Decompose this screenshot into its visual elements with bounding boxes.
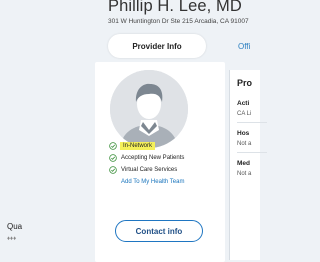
add-to-health-team-link[interactable]: Add To My Health Team bbox=[109, 176, 184, 188]
avatar-placeholder bbox=[110, 70, 188, 148]
status-in-network: In-Network bbox=[109, 140, 184, 152]
divider bbox=[237, 122, 267, 123]
tab-office[interactable]: Offi bbox=[216, 34, 276, 58]
field-label: Med bbox=[237, 160, 250, 167]
qualifications-heading: Qua bbox=[7, 222, 23, 231]
panel-title: Pro bbox=[237, 78, 253, 88]
check-circle-icon bbox=[109, 154, 117, 162]
status-label: Virtual Care Services bbox=[121, 167, 178, 173]
status-label: In-Network bbox=[120, 142, 156, 150]
field-value: Not a bbox=[237, 171, 252, 177]
provider-header: Phillip H. Lee, MD 301 W Huntington Dr S… bbox=[0, 0, 250, 68]
divider bbox=[237, 152, 267, 153]
status-accepting-new-patients: Accepting New Patients bbox=[109, 152, 184, 164]
provider-details-panel: Pro Acti CA Li Hos Not a Med Not a bbox=[229, 70, 267, 260]
tab-provider-info[interactable]: Provider Info bbox=[108, 34, 206, 58]
field-value: Not a bbox=[237, 141, 252, 147]
provider-address: 301 W Huntington Dr Ste 215 Arcadia, CA … bbox=[108, 18, 249, 25]
field-value: CA Li bbox=[237, 111, 252, 117]
field-label: Hos bbox=[237, 130, 250, 137]
check-circle-icon bbox=[109, 166, 117, 174]
contact-info-button[interactable]: Contact info bbox=[115, 220, 203, 242]
status-virtual-care: Virtual Care Services bbox=[109, 164, 184, 176]
person-silhouette-icon bbox=[110, 70, 188, 148]
provider-status-list: In-Network Accepting New Patients Virtua… bbox=[109, 140, 184, 188]
provider-name: Phillip H. Lee, MD bbox=[108, 0, 242, 15]
check-circle-icon bbox=[109, 142, 117, 150]
status-label: Accepting New Patients bbox=[121, 155, 185, 161]
add-link-label[interactable]: Add To My Health Team bbox=[121, 179, 184, 185]
qualifications-icon: ♦♦♦ bbox=[7, 236, 17, 242]
field-label: Acti bbox=[237, 100, 250, 107]
